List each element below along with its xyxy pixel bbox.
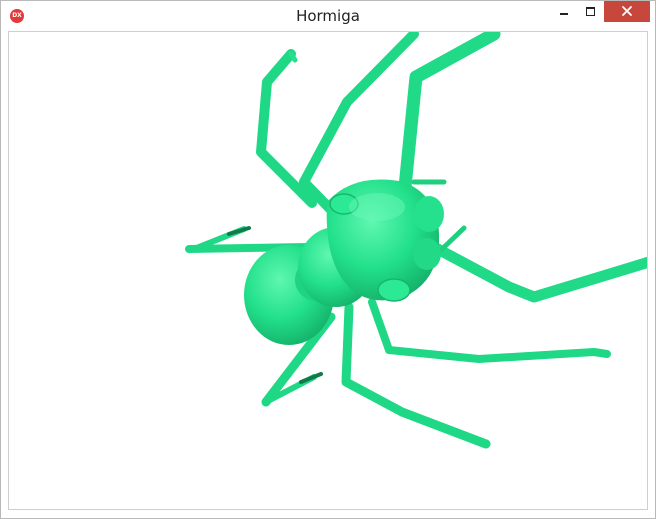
maximize-button[interactable] [577, 1, 604, 22]
close-icon [622, 6, 632, 16]
close-button[interactable] [604, 1, 650, 22]
render-viewport[interactable] [8, 31, 648, 510]
minimize-button[interactable] [551, 1, 577, 22]
ant-eye-right [377, 278, 411, 302]
ant-mandible-lower [413, 238, 441, 270]
ant-3d-render [185, 32, 647, 449]
head-highlight [349, 193, 405, 221]
title-bar[interactable]: DX Hormiga [1, 1, 655, 31]
app-window: DX Hormiga [0, 0, 656, 519]
minimize-icon [560, 13, 568, 15]
maximize-icon [586, 7, 595, 16]
ant-mandible-upper [414, 196, 444, 232]
